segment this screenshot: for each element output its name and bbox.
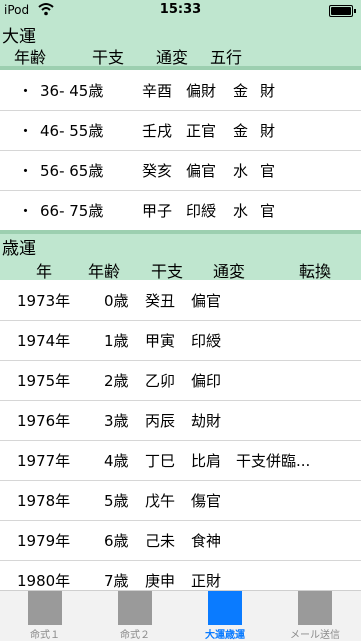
saiun-tsuhen: 偏官 [191,292,222,310]
tab-daiun-saiun[interactable]: 大運歳運 [180,591,270,641]
daiun-gogyo-2: 官 [260,162,276,180]
daiun-age: 56- 65歳 [40,162,104,180]
saiun-tsuhen: 偏印 [191,372,222,390]
saiun-col-tsuhen: 通変 [213,262,246,281]
saiun-age: 0歳 [104,292,129,310]
saiun-kanshi: 乙卯 [145,372,176,390]
saiun-age: 5歳 [104,492,129,510]
daiun-row[interactable]: ・ 36- 45歳 辛酉 偏財 金 財 [0,70,361,111]
tab-daiun-saiun-label: 大運歳運 [205,630,245,641]
saiun-kanshi: 丁巳 [145,452,176,470]
tab-bar: 命式１ 命式２ 大運歳運 メール送信 [0,590,361,641]
saiun-col-kanshi: 干支 [151,262,184,281]
daiun-gogyo-2: 財 [260,122,276,140]
tab-mail-label: メール送信 [290,630,340,641]
tab-meishiki-2-label: 命式２ [120,630,150,641]
daiun-age: 36- 45歳 [40,82,104,100]
tab-daiun-saiun-icon [208,591,242,625]
saiun-age: 7歳 [104,572,129,590]
bullet: ・ [18,202,34,220]
tab-meishiki-2[interactable]: 命式２ [90,591,180,641]
saiun-header: 歳運 年 年齢 干支 通変 転換 [0,234,361,281]
bullet: ・ [18,162,34,180]
saiun-row[interactable]: 1975年 2歳 乙卯 偏印 [0,360,361,401]
saiun-kanshi: 己未 [145,532,176,550]
daiun-gogyo-2: 官 [260,202,276,220]
saiun-tsuhen: 比肩 [191,452,222,470]
saiun-kanshi: 戊午 [145,492,176,510]
daiun-gogyo-1: 金 [233,82,249,100]
daiun-col-gogyo: 五行 [210,48,243,67]
daiun-tsuhen: 正官 [186,122,217,140]
saiun-year: 1979年 [17,532,71,550]
saiun-kanshi: 甲寅 [145,332,176,350]
daiun-kanshi: 辛酉 [142,82,173,100]
saiun-kanshi: 癸丑 [145,292,176,310]
tab-meishiki-1[interactable]: 命式１ [0,591,90,641]
saiun-row[interactable]: 1979年 6歳 己未 食神 [0,520,361,561]
saiun-tsuhen: 正財 [191,572,222,590]
daiun-col-tsuhen: 通変 [156,48,189,67]
daiun-gogyo-2: 財 [260,82,276,100]
tab-meishiki-1-label: 命式１ [30,630,60,641]
daiun-gogyo-1: 水 [233,162,249,180]
saiun-col-year: 年 [36,262,53,281]
saiun-tsuhen: 傷官 [191,492,222,510]
saiun-kanshi: 庚申 [145,572,176,590]
daiun-kanshi: 癸亥 [142,162,173,180]
daiun-age: 46- 55歳 [40,122,104,140]
status-bar: iPod 15:33 [0,0,361,20]
saiun-row[interactable]: 1974年 1歳 甲寅 印綬 [0,320,361,361]
saiun-year: 1975年 [17,372,71,390]
saiun-year: 1976年 [17,412,71,430]
daiun-tsuhen: 偏財 [186,82,217,100]
saiun-age: 3歳 [104,412,129,430]
daiun-row[interactable]: ・ 56- 65歳 癸亥 偏官 水 官 [0,150,361,191]
saiun-row[interactable]: 1976年 3歳 丙辰 劫財 [0,400,361,441]
saiun-col-age: 年齢 [88,262,121,281]
saiun-row[interactable]: 1978年 5歳 戊午 傷官 [0,480,361,521]
saiun-year: 1977年 [17,452,71,470]
daiun-kanshi: 甲子 [142,202,173,220]
bullet: ・ [18,122,34,140]
saiun-kanshi: 丙辰 [145,412,176,430]
daiun-kanshi: 壬戌 [142,122,173,140]
tab-mail[interactable]: メール送信 [270,591,360,641]
saiun-tsuhen: 食神 [191,532,222,550]
tab-mail-icon [298,591,332,625]
battery-icon [329,5,356,17]
tab-meishiki-1-icon [28,591,62,625]
daiun-gogyo-1: 金 [233,122,249,140]
saiun-tenkan: 干支併臨... [236,452,311,470]
daiun-row[interactable]: ・ 46- 55歳 壬戌 正官 金 財 [0,110,361,151]
daiun-tsuhen: 印綬 [186,202,217,220]
saiun-year: 1980年 [17,572,71,590]
saiun-age: 4歳 [104,452,129,470]
saiun-title: 歳運 [2,239,36,259]
daiun-row[interactable]: ・ 66- 75歳 甲子 印綬 水 官 [0,190,361,231]
daiun-col-age: 年齢 [14,48,47,67]
saiun-col-tenkan: 転換 [299,262,332,281]
daiun-age: 66- 75歳 [40,202,104,220]
bullet: ・ [18,82,34,100]
saiun-row[interactable]: 1977年 4歳 丁巳 比肩 干支併臨... [0,440,361,481]
saiun-year: 1974年 [17,332,71,350]
daiun-header: 大運 年齢 干支 通変 五行 [0,20,361,67]
daiun-gogyo-1: 水 [233,202,249,220]
saiun-tsuhen: 劫財 [191,412,222,430]
saiun-row[interactable]: 1973年 0歳 癸丑 偏官 [0,280,361,321]
saiun-age: 6歳 [104,532,129,550]
tab-meishiki-2-icon [118,591,152,625]
daiun-tsuhen: 偏官 [186,162,217,180]
daiun-col-kanshi: 干支 [92,48,125,67]
saiun-age: 1歳 [104,332,129,350]
saiun-year: 1973年 [17,292,71,310]
clock: 15:33 [159,2,202,17]
saiun-tsuhen: 印綬 [191,332,222,350]
saiun-age: 2歳 [104,372,129,390]
saiun-year: 1978年 [17,492,71,510]
